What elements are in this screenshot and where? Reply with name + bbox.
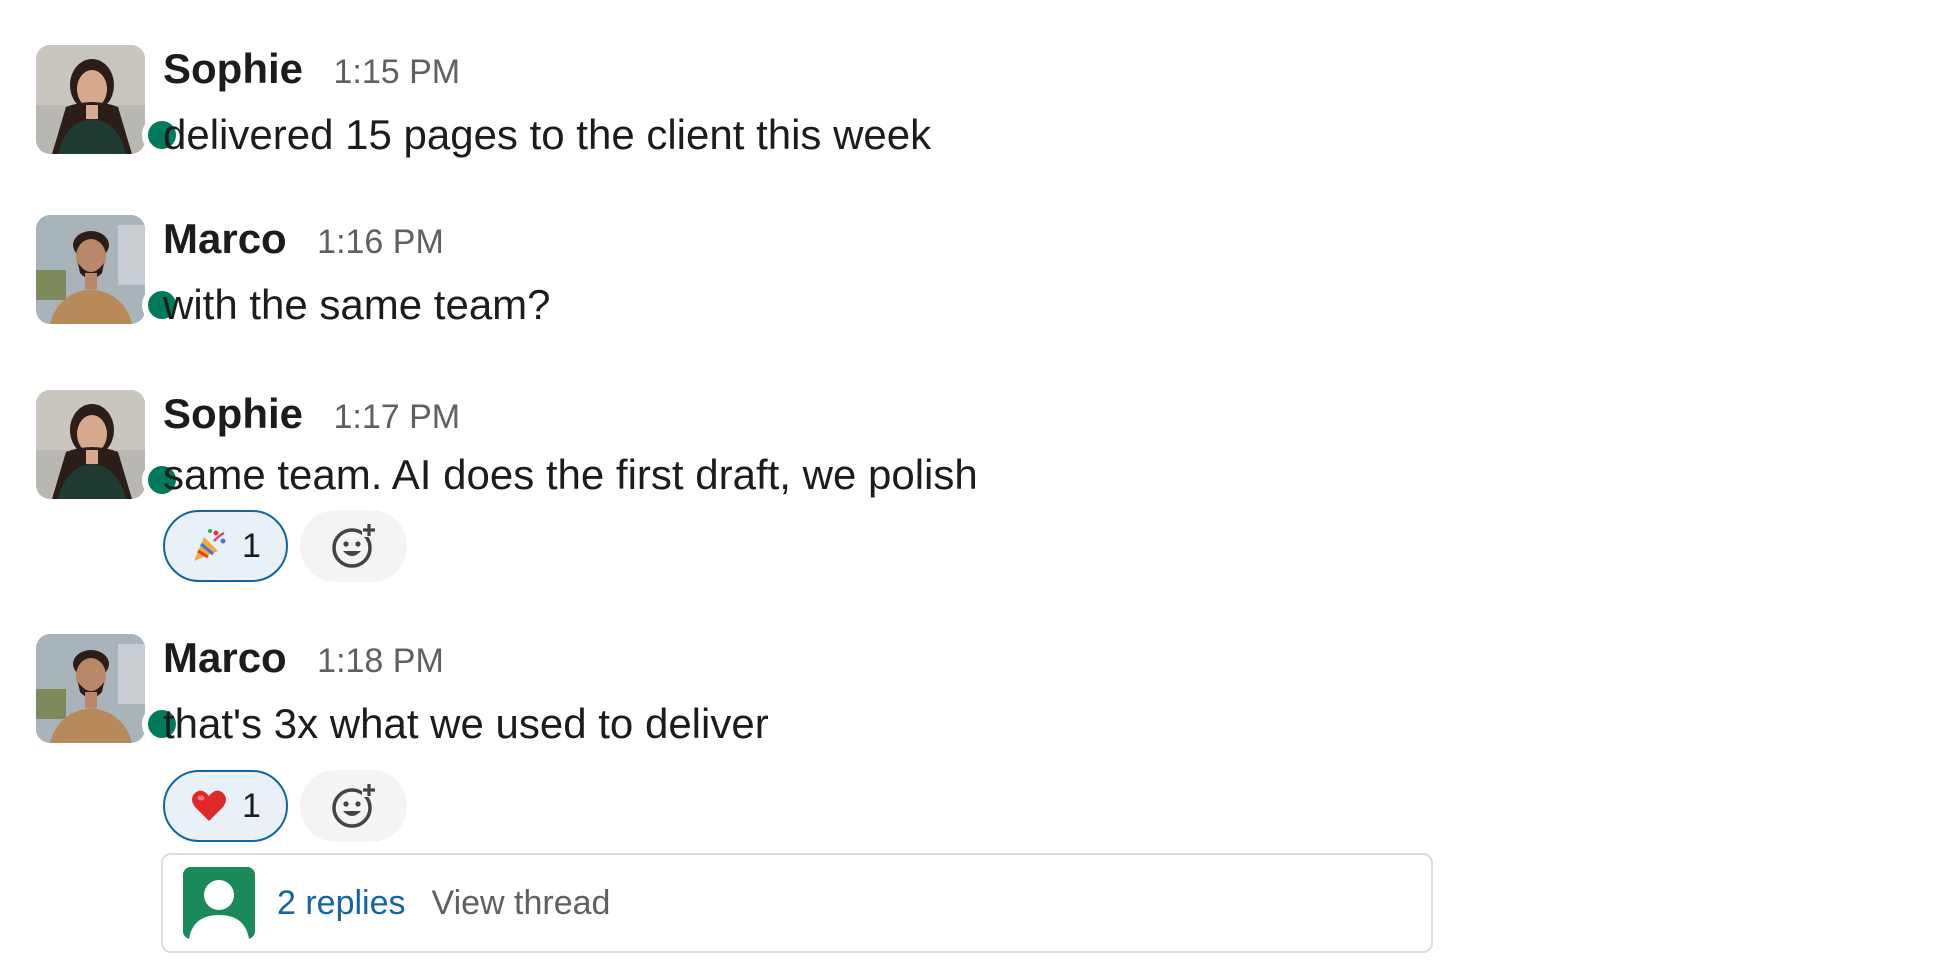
sophie-avatar-icon [36,390,145,499]
marco-avatar-icon [36,634,145,743]
reaction-bar: 1 [163,510,407,582]
add-reaction-button[interactable] [300,510,407,582]
replies-link[interactable]: 2 replies [277,884,406,923]
message-text: with the same team? [163,281,551,328]
generic-user-avatar [183,867,255,939]
add-reaction-button[interactable] [300,770,407,842]
add-emoji-icon [331,523,376,568]
author-name[interactable]: Sophie [163,390,303,437]
avatar[interactable] [36,634,182,744]
reaction-pill[interactable]: 1 [163,510,288,582]
author-name[interactable]: Marco [163,215,287,262]
timestamp[interactable]: 1:15 PM [333,53,460,91]
reaction-bar: 1 [163,770,407,842]
reaction-pill[interactable]: 1 [163,770,288,842]
message-header: Marco 1:18 PM [163,634,444,682]
avatar[interactable] [36,215,182,325]
message-text: delivered 15 pages to the client this we… [163,111,932,158]
avatar[interactable] [36,390,182,500]
view-thread-link[interactable]: View thread [432,884,611,923]
timestamp[interactable]: 1:16 PM [317,223,444,261]
reaction-count: 1 [242,786,261,825]
author-name[interactable]: Sophie [163,45,303,92]
author-name[interactable]: Marco [163,634,287,681]
timestamp[interactable]: 1:18 PM [317,642,444,680]
add-emoji-icon [331,783,376,828]
message-feed: Sophie 1:15 PM delivered 15 pages to the… [0,0,1940,978]
timestamp[interactable]: 1:17 PM [333,398,460,436]
user-silhouette-icon [183,867,255,939]
marco-avatar-icon [36,215,145,324]
message-text: that's 3x what we used to deliver [163,700,769,747]
avatar[interactable] [36,45,182,155]
party-popper-icon [194,529,226,561]
message-text: same team. AI does the first draft, we p… [163,451,978,498]
sophie-avatar-icon [36,45,145,154]
thread-summary[interactable]: 2 replies View thread [161,853,1433,953]
message-header: Marco 1:16 PM [163,215,444,263]
red-heart-icon [192,790,227,821]
reaction-count: 1 [242,526,261,565]
message-header: Sophie 1:17 PM [163,390,460,438]
message-header: Sophie 1:15 PM [163,45,460,93]
